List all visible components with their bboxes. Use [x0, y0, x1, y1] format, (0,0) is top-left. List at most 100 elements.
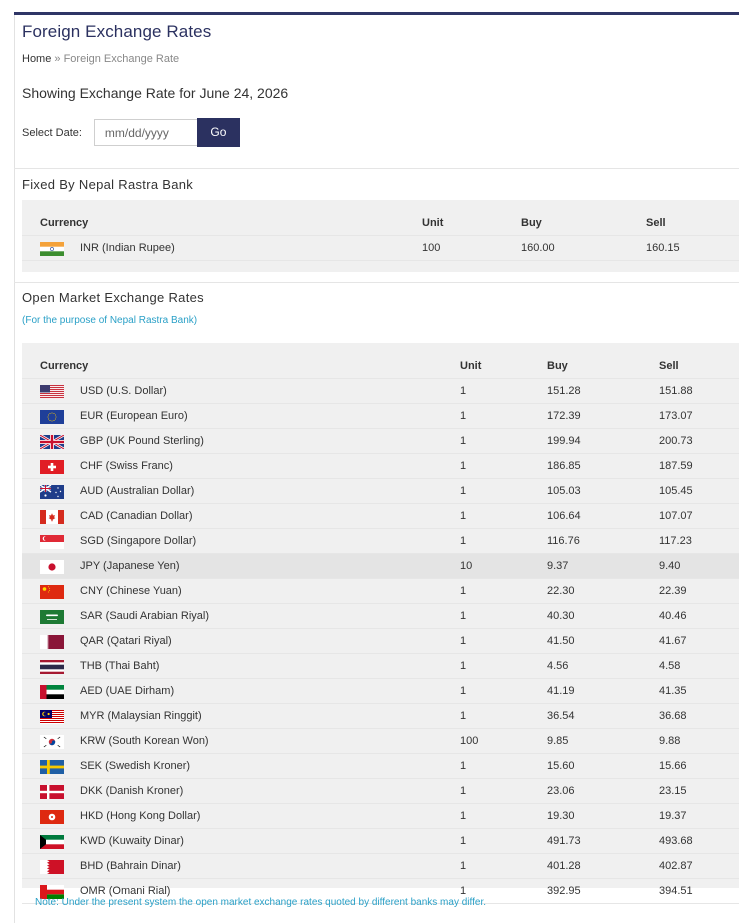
- table-row: CAD (Canadian Dollar) 1 106.64 107.07: [22, 504, 739, 529]
- buy-rate: 19.30: [547, 810, 575, 822]
- table-row: QAR (Qatari Riyal) 1 41.50 41.67: [22, 629, 739, 654]
- canada-flag-icon: [40, 510, 64, 524]
- table-row: USD (U.S. Dollar) 1 151.28 151.88: [22, 379, 739, 404]
- table-row: CNY (Chinese Yuan) 1 22.30 22.39: [22, 579, 739, 604]
- buy-rate: 40.30: [547, 610, 575, 622]
- currency-name: CHF (Swiss Franc): [80, 460, 173, 472]
- unit-value: 100: [460, 735, 479, 747]
- unit-value: 1: [460, 610, 467, 622]
- table-row: BHD (Bahrain Dinar) 1 401.28 402.87: [22, 854, 739, 879]
- currency-name: KRW (South Korean Won): [80, 735, 209, 747]
- currency-name: BHD (Bahrain Dinar): [80, 860, 181, 872]
- column-header-unit: Unit: [460, 360, 482, 372]
- unit-value: 1: [460, 435, 467, 447]
- currency-name: INR (Indian Rupee): [80, 242, 175, 254]
- column-header-buy: Buy: [547, 360, 568, 372]
- go-button[interactable]: Go: [196, 118, 240, 147]
- table-row: KRW (South Korean Won) 100 9.85 9.88: [22, 729, 739, 754]
- denmark-flag-icon: [40, 785, 64, 799]
- date-input[interactable]: mm/dd/yyyy: [93, 119, 197, 146]
- column-header-currency: Currency: [40, 360, 89, 372]
- breadcrumb-home-link[interactable]: Home: [22, 53, 51, 65]
- date-selector: Select Date: mm/dd/yyyy Go: [22, 118, 240, 147]
- table-header-row: Currency Unit Buy Sell: [22, 211, 739, 236]
- south-korea-flag-icon: [40, 735, 64, 749]
- sell-rate: 9.88: [659, 735, 681, 747]
- sweden-flag-icon: [40, 760, 64, 774]
- sell-rate: 151.88: [659, 385, 693, 397]
- buy-rate: 41.19: [547, 685, 575, 697]
- sell-rate: 9.40: [659, 560, 681, 572]
- unit-value: 1: [460, 835, 467, 847]
- buy-rate: 116.76: [547, 535, 580, 547]
- sell-rate: 402.87: [659, 860, 693, 872]
- currency-name: QAR (Qatari Riyal): [80, 635, 172, 647]
- table-row: KWD (Kuwaity Dinar) 1 491.73 493.68: [22, 829, 739, 854]
- table-row: SEK (Swedish Kroner) 1 15.60 15.66: [22, 754, 739, 779]
- buy-rate: 41.50: [547, 635, 575, 647]
- unit-value: 1: [460, 535, 467, 547]
- column-header-unit: Unit: [422, 217, 444, 229]
- currency-name: SAR (Saudi Arabian Riyal): [80, 610, 210, 622]
- column-header-buy: Buy: [521, 217, 542, 229]
- unit-value: 1: [460, 810, 467, 822]
- column-header-sell: Sell: [646, 217, 666, 229]
- open-market-subtitle: (For the purpose of Nepal Rastra Bank): [22, 315, 198, 326]
- table-row: EUR (European Euro) 1 172.39 173.07: [22, 404, 739, 429]
- unit-value: 100: [422, 242, 441, 254]
- currency-name: JPY (Japanese Yen): [80, 560, 180, 572]
- unit-value: 1: [460, 785, 467, 797]
- open-market-table: Currency Unit Buy Sell USD (U.S. Dollar)…: [22, 343, 739, 904]
- currency-name: AED (UAE Dirham): [80, 685, 175, 697]
- table-row: AUD (Australian Dollar) 1 105.03 105.45: [22, 479, 739, 504]
- table-row: SGD (Singapore Dollar) 1 116.76 117.23: [22, 529, 739, 554]
- sell-rate: 23.15: [659, 785, 687, 797]
- currency-name: DKK (Danish Kroner): [80, 785, 184, 797]
- showing-date-heading: Showing Exchange Rate for June 24, 2026: [22, 85, 289, 101]
- table-row: MYR (Malaysian Ringgit) 1 36.54 36.68: [22, 704, 739, 729]
- japan-flag-icon: [40, 560, 64, 574]
- sell-rate: 36.68: [659, 710, 687, 722]
- sell-rate: 19.37: [659, 810, 687, 822]
- sell-rate: 4.58: [659, 660, 681, 672]
- buy-rate: 22.30: [547, 585, 575, 597]
- eu-flag-icon: [40, 410, 64, 424]
- buy-rate: 36.54: [547, 710, 575, 722]
- buy-rate: 186.85: [547, 460, 581, 472]
- sell-rate: 41.35: [659, 685, 687, 697]
- unit-value: 1: [460, 485, 467, 497]
- page-title: Foreign Exchange Rates: [22, 22, 212, 41]
- breadcrumb-separator: »: [51, 53, 64, 65]
- currency-name: KWD (Kuwaity Dinar): [80, 835, 184, 847]
- buy-rate: 9.37: [547, 560, 569, 572]
- sell-rate: 22.39: [659, 585, 687, 597]
- content-left-border: [14, 15, 15, 923]
- buy-rate: 105.03: [547, 485, 581, 497]
- uae-flag-icon: [40, 685, 64, 699]
- unit-value: 1: [460, 710, 467, 722]
- unit-value: 1: [460, 860, 467, 872]
- sell-rate: 187.59: [659, 460, 693, 472]
- breadcrumb: Home » Foreign Exchange Rate: [22, 53, 179, 65]
- buy-rate: 106.64: [547, 510, 581, 522]
- australia-flag-icon: [40, 485, 64, 499]
- fixed-rates-title: Fixed By Nepal Rastra Bank: [22, 177, 194, 192]
- select-date-label: Select Date:: [22, 126, 82, 139]
- buy-rate: 4.56: [547, 660, 569, 672]
- sell-rate: 493.68: [659, 835, 693, 847]
- currency-name: MYR (Malaysian Ringgit): [80, 710, 202, 722]
- currency-name: CNY (Chinese Yuan): [80, 585, 182, 597]
- fixed-rates-table: Currency Unit Buy Sell INR (Indian Rupee…: [22, 200, 739, 272]
- sell-rate: 394.51: [659, 885, 693, 897]
- india-flag-icon: [40, 242, 64, 256]
- unit-value: 1: [460, 685, 467, 697]
- bahrain-flag-icon: [40, 860, 64, 874]
- buy-rate: 160.00: [521, 242, 555, 254]
- buy-rate: 491.73: [547, 835, 581, 847]
- currency-name: SGD (Singapore Dollar): [80, 535, 197, 547]
- buy-rate: 9.85: [547, 735, 569, 747]
- unit-value: 1: [460, 385, 467, 397]
- qatar-flag-icon: [40, 635, 64, 649]
- column-header-currency: Currency: [40, 217, 89, 229]
- buy-rate: 392.95: [547, 885, 581, 897]
